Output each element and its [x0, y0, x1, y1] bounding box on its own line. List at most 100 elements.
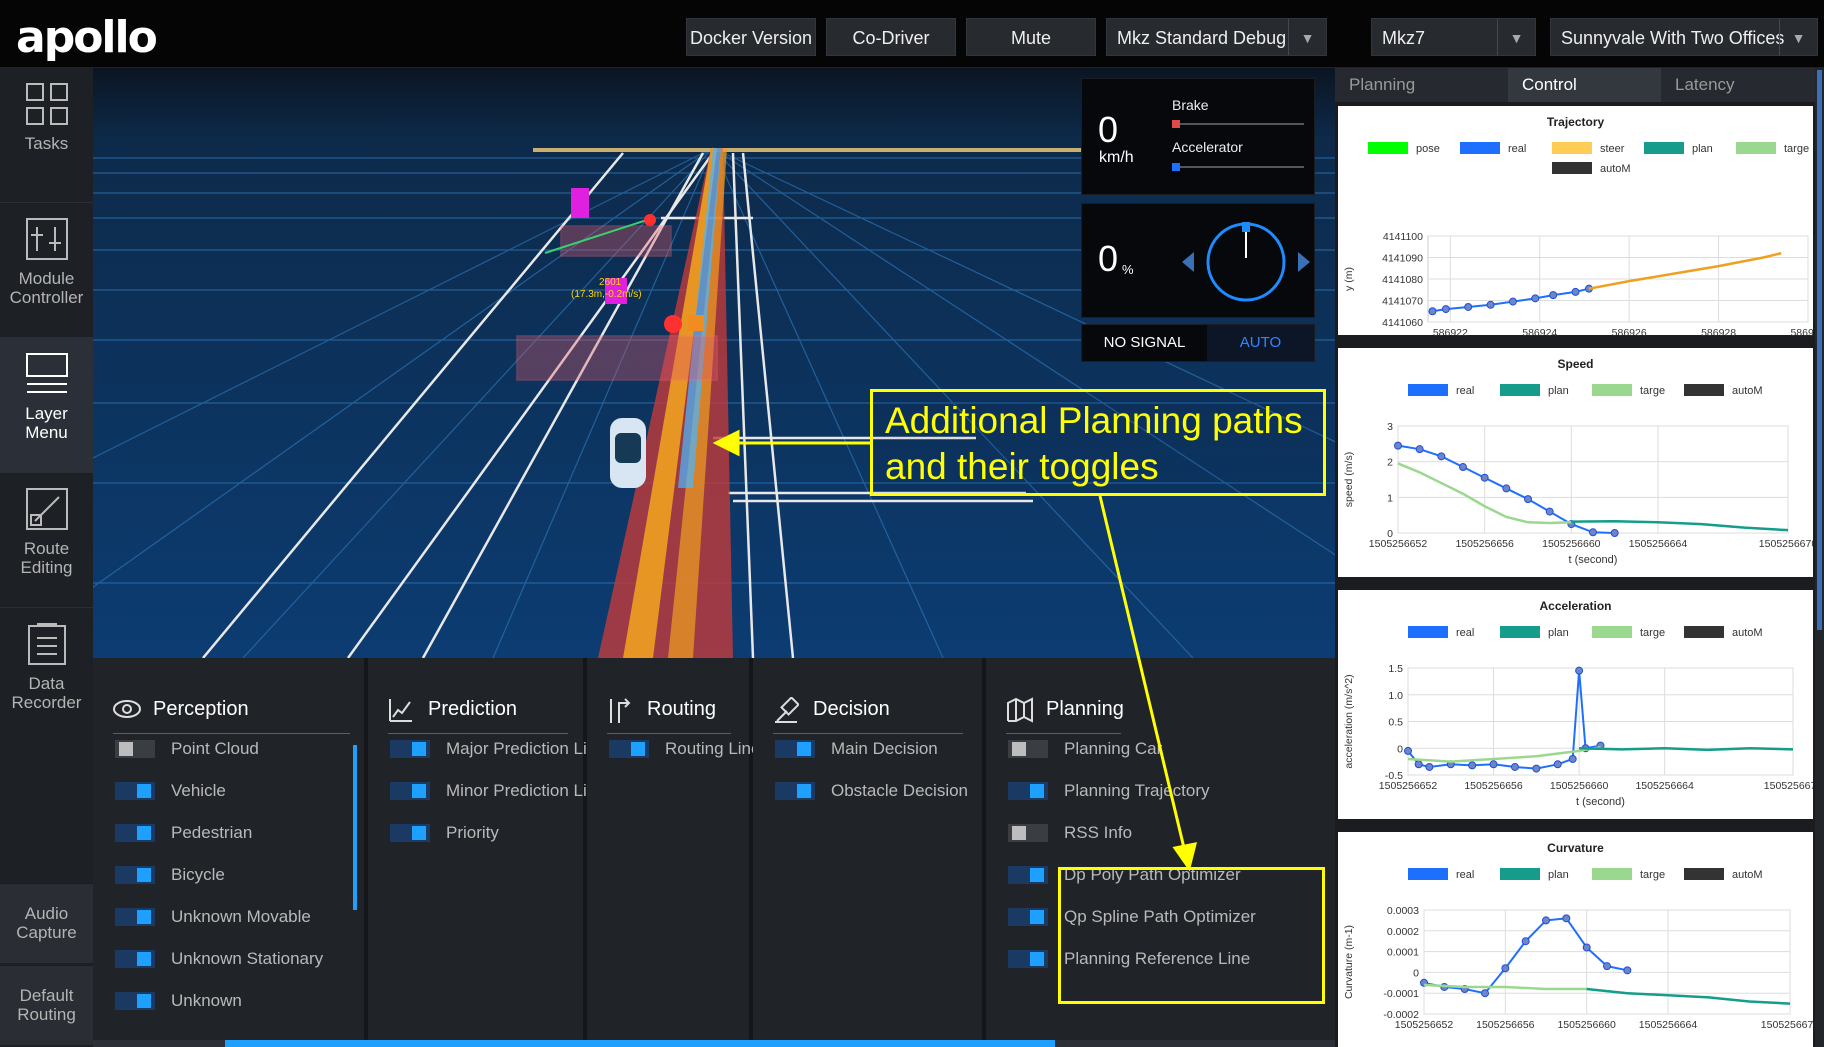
toggle-switch[interactable] — [115, 992, 155, 1010]
accelerator-bar-fill — [1172, 163, 1180, 171]
toggle-switch[interactable] — [1008, 740, 1048, 758]
toggle-knob — [1012, 742, 1026, 756]
layer-toggle-row[interactable]: Planning Trajectory — [1008, 778, 1210, 804]
legend-swatch — [1684, 626, 1724, 638]
toggle-switch[interactable] — [775, 782, 815, 800]
sidebar-item-layer-menu[interactable]: Layer Menu — [0, 338, 93, 473]
layer-toggle-row[interactable]: Unknown Movable — [115, 904, 311, 930]
sidebar-item-label: Audio — [24, 904, 69, 923]
data-point — [1459, 463, 1467, 472]
toggle-label: Unknown — [171, 991, 242, 1010]
toggle-switch[interactable] — [115, 824, 155, 842]
legend-label: autoM — [1600, 163, 1631, 175]
series-line-real — [1407, 670, 1601, 770]
toggle-label: Planning Car — [1064, 739, 1163, 758]
mute-button[interactable]: Mute — [966, 18, 1096, 56]
scene-view[interactable]: 2601 (17.3m,-0.2m/s) 0 km/h Brake Accele… — [93, 68, 1335, 658]
tab-control[interactable]: Control — [1508, 68, 1661, 102]
map-select[interactable]: Sunnyvale With Two Offices ▼ — [1550, 18, 1818, 56]
default-routing-button[interactable]: Default Routing — [0, 965, 93, 1045]
perception-scrollbar[interactable] — [353, 745, 357, 910]
legend-swatch — [1500, 868, 1540, 880]
layer-toggle-row[interactable]: Major Prediction Line — [390, 736, 606, 762]
toggle-switch[interactable] — [1008, 950, 1048, 968]
legend-label: targe — [1784, 143, 1809, 155]
layer-toggle-row[interactable]: Planning Car — [1008, 736, 1162, 762]
legend-swatch — [1500, 626, 1540, 638]
toggle-switch[interactable] — [1008, 866, 1048, 884]
accelerator-label: Accelerator — [1172, 139, 1243, 155]
route-arrow-icon — [610, 698, 631, 723]
charts-scrollbar[interactable] — [1815, 68, 1824, 1047]
audio-capture-button[interactable]: Audio Capture — [0, 883, 93, 963]
x-tick-label: 1505256660 — [1550, 780, 1609, 792]
toggle-switch[interactable] — [609, 740, 649, 758]
x-tick-label: 1505256656 — [1464, 780, 1523, 792]
toggle-knob — [1030, 868, 1044, 882]
data-point — [1510, 762, 1519, 771]
layer-toggle-row[interactable]: Pedestrian — [115, 820, 252, 846]
toggle-switch[interactable] — [390, 824, 430, 842]
layer-toggle-row[interactable]: RSS Info — [1008, 820, 1132, 846]
sidebar-item-data-recorder[interactable]: Data Recorder — [0, 608, 93, 743]
toggle-switch[interactable] — [115, 950, 155, 968]
toggle-switch[interactable] — [115, 908, 155, 926]
tab-planning[interactable]: Planning — [1335, 68, 1508, 102]
layer-toggle-row[interactable]: Vehicle — [115, 778, 226, 804]
layer-toggle-row[interactable]: Obstacle Decision — [775, 778, 968, 804]
co-driver-button[interactable]: Co-Driver — [826, 18, 956, 56]
charts-scrollbar-thumb[interactable] — [1817, 70, 1822, 630]
data-point — [1603, 962, 1611, 971]
legend-label: plan — [1548, 627, 1569, 639]
y-tick-label: -0.5 — [1385, 770, 1403, 782]
layer-toggle-row[interactable]: Bicycle — [115, 862, 225, 888]
sidebar-item-route-editing[interactable]: Route Editing — [0, 473, 93, 608]
data-point — [1425, 762, 1434, 771]
toggle-switch[interactable] — [1008, 782, 1048, 800]
toggle-switch[interactable] — [115, 740, 155, 758]
steering-value: 0 — [1098, 238, 1119, 279]
legend-swatch — [1552, 142, 1592, 154]
layer-toggle-row[interactable]: Point Cloud — [115, 736, 259, 762]
toggle-switch[interactable] — [1008, 908, 1048, 926]
series-line-real — [1423, 917, 1628, 995]
layer-toggle-row[interactable]: Main Decision — [775, 736, 938, 762]
toggle-label: Unknown Movable — [171, 907, 311, 926]
layer-toggle-row[interactable]: Unknown — [115, 988, 242, 1014]
toggle-knob — [137, 952, 151, 966]
docker-version-button[interactable]: Docker Version — [686, 18, 816, 56]
sidebar-item-module-controller[interactable]: Module Controller — [0, 203, 93, 338]
legend-swatch — [1592, 626, 1632, 638]
data-point — [1589, 528, 1597, 537]
legend-label: targe — [1640, 869, 1665, 881]
speed-chart: Speed real plan targe autoM 1505256652 1505256… — [1338, 344, 1813, 577]
toggle-switch[interactable] — [115, 866, 155, 884]
map-select-value: Sunnyvale With Two Offices — [1561, 28, 1785, 48]
legend-swatch — [1408, 626, 1448, 638]
toggle-knob — [412, 826, 426, 840]
trajectory-chart: Trajectory pose real steer plan targe autoM 586… — [1338, 102, 1813, 339]
x-tick-label: 586930 — [1790, 327, 1813, 339]
y-tick-label: 3 — [1387, 421, 1393, 433]
y-tick-label: 4141080 — [1382, 274, 1423, 286]
mode-select[interactable]: Mkz Standard Debug ▼ — [1106, 18, 1327, 56]
layer-toggle-row[interactable]: Unknown Stationary — [115, 946, 323, 972]
layer-toggle-row[interactable]: Priority — [390, 820, 499, 846]
y-tick-label: 0 — [1397, 743, 1403, 755]
data-point — [1394, 441, 1402, 450]
toggle-switch[interactable] — [390, 782, 430, 800]
tab-latency[interactable]: Latency — [1661, 68, 1815, 102]
layer-toggle-row[interactable]: Minor Prediction Line — [390, 778, 606, 804]
toggle-switch[interactable] — [775, 740, 815, 758]
sidebar-item-tasks[interactable]: Tasks — [0, 68, 93, 203]
y-tick-label: 0.5 — [1388, 717, 1403, 729]
vehicle-select[interactable]: Mkz7 ▼ — [1371, 18, 1536, 56]
layer-menu-scrollbar[interactable] — [93, 1040, 1335, 1047]
layer-menu-scrollbar-thumb[interactable] — [225, 1040, 1055, 1047]
legend-swatch — [1592, 868, 1632, 880]
toggle-switch[interactable] — [1008, 824, 1048, 842]
toggle-switch[interactable] — [390, 740, 430, 758]
routing-header: Routing — [607, 684, 731, 734]
toggle-switch[interactable] — [115, 782, 155, 800]
layer-toggle-row[interactable]: Routing Line — [609, 736, 760, 762]
